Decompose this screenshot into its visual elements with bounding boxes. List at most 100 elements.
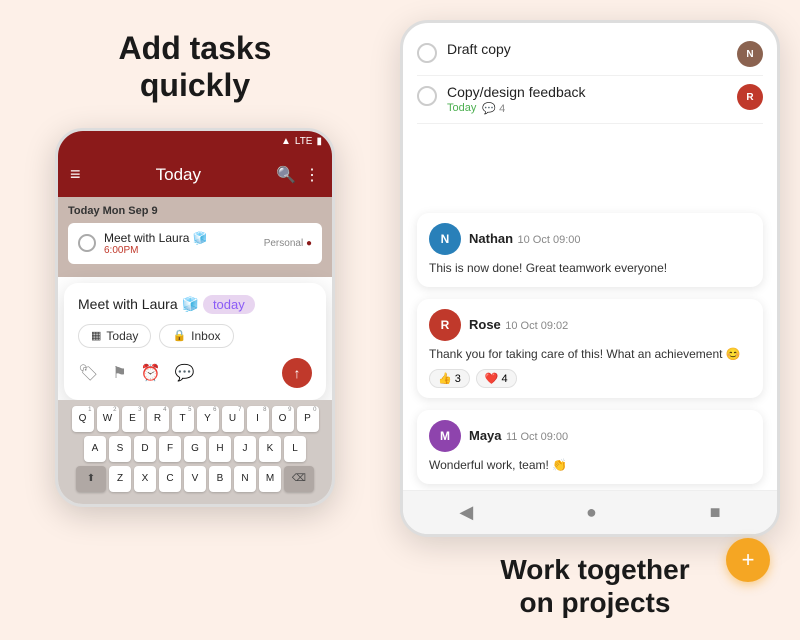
key-n[interactable]: N xyxy=(234,466,256,492)
rose-avatar: R xyxy=(429,309,461,341)
task-radio-draft[interactable] xyxy=(417,43,437,63)
task-text: Meet with Laura 🧊 6:00PM xyxy=(104,231,256,256)
kb-row-1: 1Q 2W 3E 4R 5T 6Y 7U 8I 9O 0P xyxy=(62,406,328,432)
quick-add-chips: ▦ Today 🔒 Inbox xyxy=(78,324,312,348)
comment-icon[interactable]: 💬 xyxy=(175,363,195,383)
label-icon[interactable]: 🏷 xyxy=(78,363,98,383)
wifi-icon: ▲ xyxy=(281,136,291,147)
phone-title: Today xyxy=(91,165,267,185)
send-button[interactable]: ↑ xyxy=(282,358,312,388)
rose-name: Rose xyxy=(469,317,501,332)
flag-icon[interactable]: ⚑ xyxy=(112,363,126,383)
menu-icon[interactable]: ≡ xyxy=(70,164,81,185)
key-shift[interactable]: ⬆ xyxy=(76,466,106,492)
maya-time: 11 Oct 09:00 xyxy=(506,431,568,443)
heart-badge[interactable]: ❤️ 4 xyxy=(476,369,517,388)
phone-header: ≡ Today 🔍 ⋮ xyxy=(58,153,332,197)
key-j[interactable]: J xyxy=(234,436,256,462)
task-list-area: Draft copy N Copy/design feedback Today … xyxy=(403,23,777,207)
header-icons: 🔍 ⋮ xyxy=(276,165,320,185)
key-r[interactable]: 4R xyxy=(147,406,169,432)
key-y[interactable]: 6Y xyxy=(197,406,219,432)
draft-copy-title: Draft copy xyxy=(447,41,727,57)
key-v[interactable]: V xyxy=(184,466,206,492)
key-b[interactable]: B xyxy=(209,466,231,492)
nav-recent[interactable]: ■ xyxy=(710,502,721,523)
key-e[interactable]: 3E xyxy=(122,406,144,432)
nathan-avatar: N xyxy=(429,223,461,255)
today-tag[interactable]: today xyxy=(203,295,255,314)
key-a[interactable]: A xyxy=(84,436,106,462)
today-chip-icon: ▦ xyxy=(91,329,101,342)
key-backspace[interactable]: ⌫ xyxy=(284,466,314,492)
search-icon[interactable]: 🔍 xyxy=(276,165,296,185)
key-z[interactable]: Z xyxy=(109,466,131,492)
reminder-icon[interactable]: ⏰ xyxy=(141,363,161,383)
design-feedback-title: Copy/design feedback xyxy=(447,84,727,100)
inbox-chip-label: Inbox xyxy=(191,329,220,343)
left-panel: Add tasksquickly ▲ LTE ▮ ≡ Today 🔍 ⋮ Tod… xyxy=(0,0,390,640)
key-p[interactable]: 0P xyxy=(297,406,319,432)
more-icon[interactable]: ⋮ xyxy=(304,165,320,185)
nathan-time: 10 Oct 09:00 xyxy=(518,234,581,246)
quick-add-input[interactable]: Meet with Laura 🧊 today xyxy=(78,295,312,314)
task-content-draft: Draft copy xyxy=(447,41,727,57)
left-phone-mockup: ▲ LTE ▮ ≡ Today 🔍 ⋮ Today Mon Sep 9 Meet… xyxy=(55,128,335,507)
key-k[interactable]: K xyxy=(259,436,281,462)
thumbs-up-badge[interactable]: 👍 3 xyxy=(429,369,470,388)
today-chip[interactable]: ▦ Today xyxy=(78,324,151,348)
key-u[interactable]: 7U xyxy=(222,406,244,432)
battery-icon: ▮ xyxy=(316,136,322,147)
key-m[interactable]: M xyxy=(259,466,281,492)
task-label: Personal ● xyxy=(264,238,312,249)
quick-add-popup: Meet with Laura 🧊 today ▦ Today 🔒 Inbox … xyxy=(64,283,326,400)
task-checkbox[interactable] xyxy=(78,234,96,252)
key-d[interactable]: D xyxy=(134,436,156,462)
key-w[interactable]: 2W xyxy=(97,406,119,432)
kb-row-2: A S D F G H J K L xyxy=(62,436,328,462)
task-radio-design[interactable] xyxy=(417,86,437,106)
nav-home[interactable]: ● xyxy=(586,502,597,523)
maya-text: Wonderful work, team! 👏 xyxy=(429,457,751,474)
key-t[interactable]: 5T xyxy=(172,406,194,432)
maya-name: Maya xyxy=(469,428,502,443)
key-f[interactable]: F xyxy=(159,436,181,462)
task-content-design: Copy/design feedback Today 💬 4 xyxy=(447,84,727,115)
comment-card-rose: R Rose 10 Oct 09:02 Thank you for taking… xyxy=(417,299,763,398)
rose-reactions: 👍 3 ❤️ 4 xyxy=(429,369,751,388)
key-c[interactable]: C xyxy=(159,466,181,492)
key-o[interactable]: 9O xyxy=(272,406,294,432)
rose-info: Rose 10 Oct 09:02 xyxy=(469,316,568,334)
lte-label: LTE xyxy=(295,136,313,147)
task-item-draft: Draft copy N xyxy=(417,33,763,76)
phone-task-row: Meet with Laura 🧊 6:00PM Personal ● xyxy=(68,223,322,264)
rose-text: Thank you for taking care of this! What … xyxy=(429,346,751,363)
right-panel: Draft copy N Copy/design feedback Today … xyxy=(390,0,800,640)
quick-add-text: Meet with Laura 🧊 xyxy=(78,296,199,313)
key-s[interactable]: S xyxy=(109,436,131,462)
key-x[interactable]: X xyxy=(134,466,156,492)
phone-body: Today Mon Sep 9 Meet with Laura 🧊 6:00PM… xyxy=(58,197,332,277)
toolbar-icons: 🏷 ⚑ ⏰ 💬 xyxy=(78,363,195,383)
draft-avatar: N xyxy=(737,41,763,67)
key-q[interactable]: 1Q xyxy=(72,406,94,432)
right-phone-mockup: Draft copy N Copy/design feedback Today … xyxy=(400,20,780,537)
key-i[interactable]: 8I xyxy=(247,406,269,432)
key-g[interactable]: G xyxy=(184,436,206,462)
comment-card-maya: M Maya 11 Oct 09:00 Wonderful work, team… xyxy=(417,410,763,484)
inbox-chip[interactable]: 🔒 Inbox xyxy=(159,324,233,348)
comment-header-rose: R Rose 10 Oct 09:02 xyxy=(429,309,751,341)
keyboard: 1Q 2W 3E 4R 5T 6Y 7U 8I 9O 0P A S D F G … xyxy=(58,400,332,504)
task-meta-design: Today 💬 4 xyxy=(447,102,727,115)
maya-avatar: M xyxy=(429,420,461,452)
status-bar: ▲ LTE ▮ xyxy=(58,131,332,153)
key-h[interactable]: H xyxy=(209,436,231,462)
task-meta-count: 💬 4 xyxy=(482,102,505,115)
inbox-chip-icon: 🔒 xyxy=(172,329,186,342)
nav-back[interactable]: ◀ xyxy=(459,502,473,523)
quick-add-toolbar: 🏷 ⚑ ⏰ 💬 ↑ xyxy=(78,358,312,388)
comment-header-nathan: N Nathan 10 Oct 09:00 xyxy=(429,223,751,255)
rose-time: 10 Oct 09:02 xyxy=(505,320,568,332)
left-headline: Add tasksquickly xyxy=(119,30,272,104)
key-l[interactable]: L xyxy=(284,436,306,462)
